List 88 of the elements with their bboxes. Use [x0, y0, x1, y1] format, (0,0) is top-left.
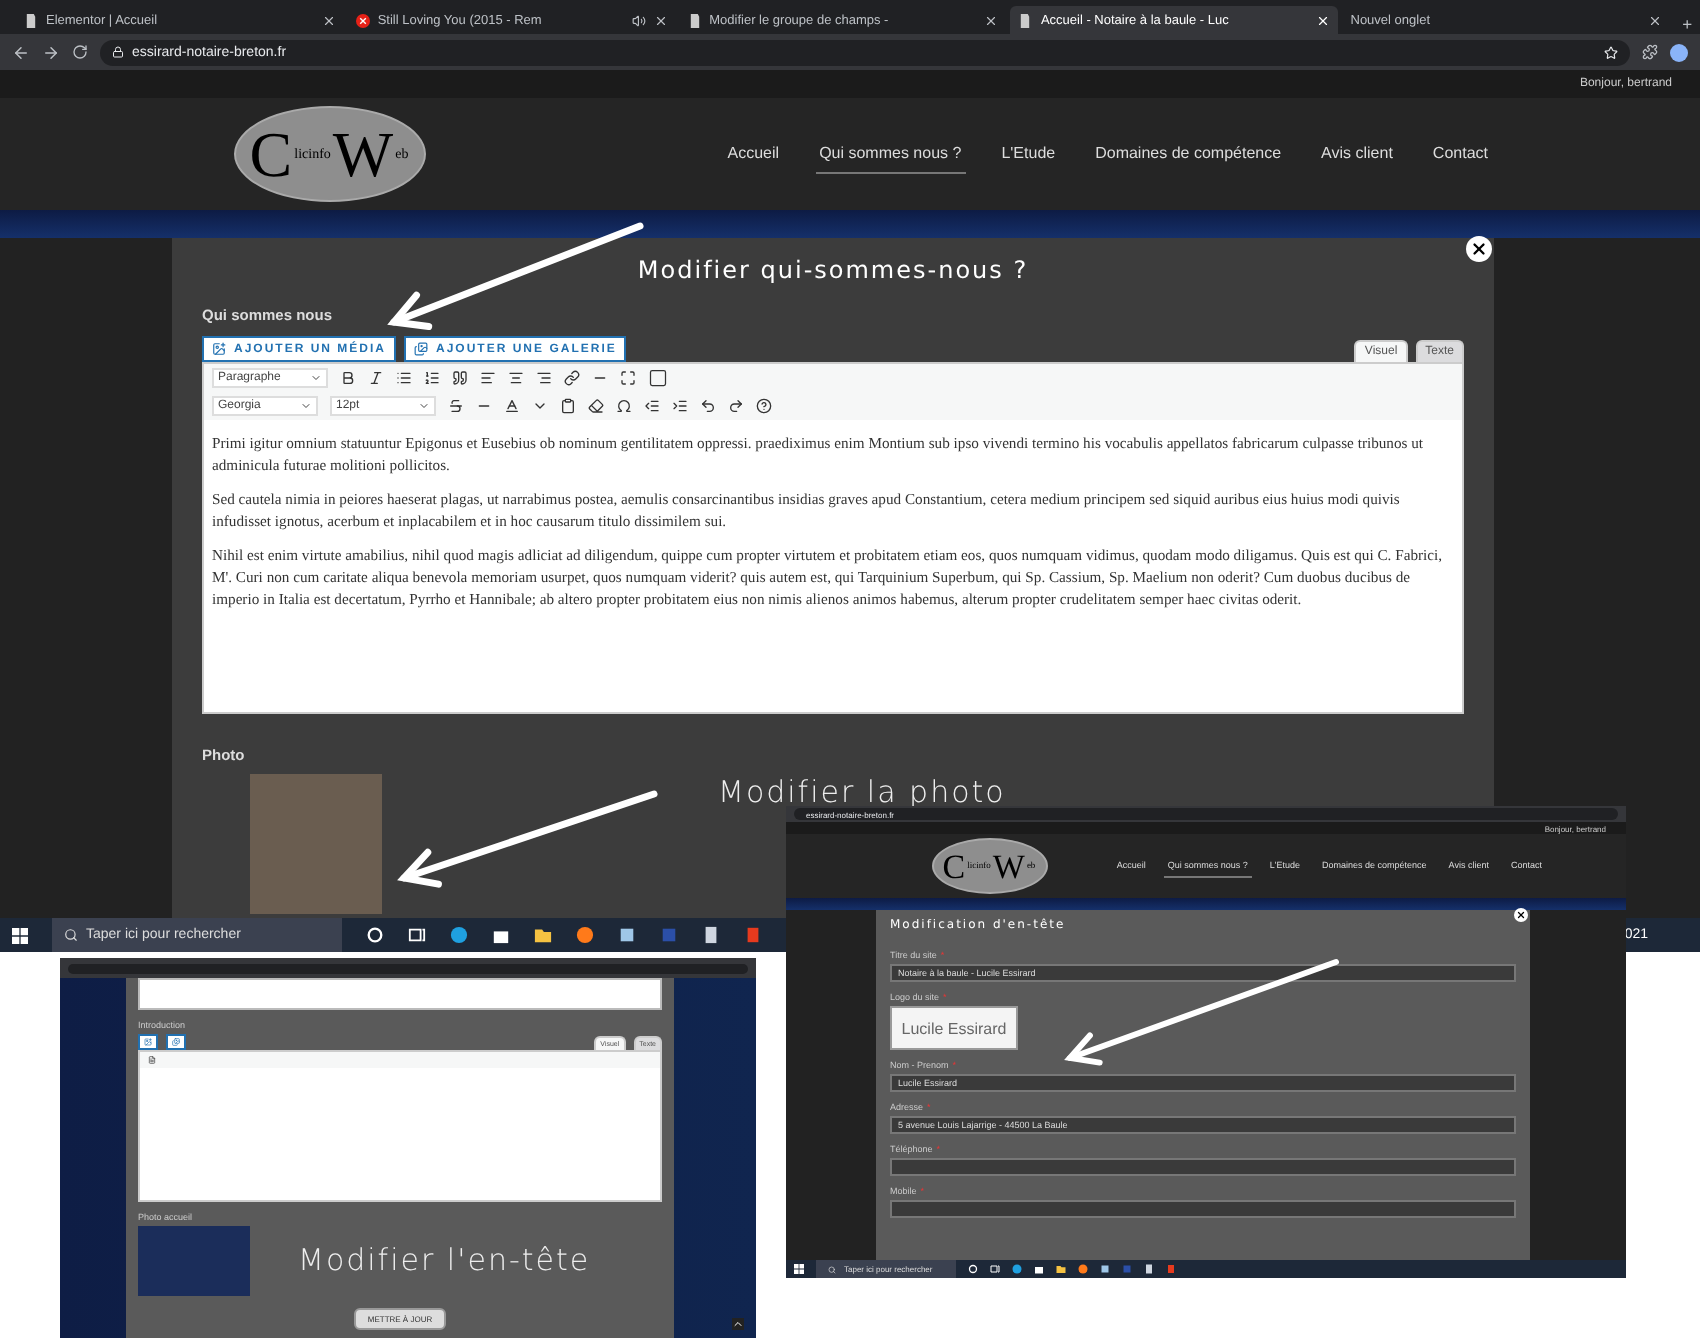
app-icon[interactable]	[1166, 1264, 1176, 1274]
lock-icon	[112, 46, 124, 58]
paste-icon[interactable]	[560, 398, 576, 414]
reload-icon[interactable]	[72, 44, 88, 60]
image-add-icon	[212, 342, 226, 356]
windows-logo-icon[interactable]	[12, 927, 28, 943]
images-icon	[172, 1038, 180, 1046]
text-field[interactable]	[890, 1158, 1516, 1176]
image-add-icon	[144, 1038, 152, 1046]
page-icon	[24, 13, 38, 27]
close-icon	[1470, 240, 1488, 258]
logo-image[interactable]: Lucile Essirard	[890, 1006, 1018, 1050]
close-button[interactable]	[1514, 908, 1528, 922]
shopping-bag-icon[interactable]	[1034, 1264, 1044, 1274]
toolbar-toggle-icon[interactable]	[648, 368, 668, 388]
caret-icon	[418, 400, 430, 412]
browser-icon[interactable]	[576, 926, 594, 944]
cortana-circle-icon[interactable]	[366, 926, 384, 944]
forward-icon[interactable]	[42, 43, 60, 61]
cortana-circle-icon[interactable]	[968, 1264, 978, 1274]
omega-icon[interactable]	[616, 398, 632, 414]
page-icon	[1018, 13, 1033, 27]
close-button[interactable]	[1466, 236, 1492, 262]
calculator-icon[interactable]	[702, 926, 720, 944]
app-icon[interactable]	[618, 926, 636, 944]
nav-link[interactable]: Avis client	[1317, 134, 1397, 174]
close-icon[interactable]	[1648, 13, 1663, 27]
outdent-icon[interactable]	[644, 398, 660, 414]
align-left-icon[interactable]	[480, 370, 496, 386]
close-icon[interactable]	[653, 13, 668, 27]
nav-link[interactable]: Contact	[1428, 134, 1492, 174]
text-editor[interactable]	[202, 362, 1464, 714]
nav-link[interactable]: Qui sommes nous ?	[815, 134, 966, 174]
speaker-icon	[631, 13, 646, 27]
bold-icon[interactable]	[340, 370, 356, 386]
task-view-icon[interactable]	[990, 1264, 1000, 1274]
bulleted-list-icon[interactable]	[396, 370, 412, 386]
quote-icon[interactable]	[452, 370, 468, 386]
page-icon	[687, 13, 702, 27]
media-button[interactable]	[166, 1034, 186, 1050]
search-icon	[64, 928, 78, 942]
annotation-text: Modifier l'en-tête	[298, 1242, 591, 1278]
document-icon[interactable]	[148, 1056, 156, 1064]
app-icon[interactable]	[1100, 1264, 1110, 1274]
text-color-icon[interactable]	[504, 398, 520, 414]
redo-icon[interactable]	[728, 398, 744, 414]
calculator-icon[interactable]	[1144, 1264, 1154, 1274]
dialog-title: Modifier qui-sommes-nous ?	[637, 254, 1029, 288]
nav-link[interactable]: Domaines de compétence	[1091, 134, 1286, 174]
browser-icon[interactable]	[1078, 1264, 1088, 1274]
images-icon	[414, 342, 429, 356]
caret-icon	[310, 372, 322, 384]
italic-icon[interactable]	[368, 370, 384, 386]
star-icon[interactable]	[1604, 45, 1618, 59]
close-icon[interactable]	[321, 13, 336, 27]
avatar-icon[interactable]	[1670, 43, 1688, 61]
fullscreen-icon[interactable]	[620, 370, 636, 386]
align-right-icon[interactable]	[536, 370, 552, 386]
scroll-top-icon[interactable]	[732, 1318, 744, 1330]
extensions-icon[interactable]	[1642, 44, 1658, 60]
indent-icon[interactable]	[672, 398, 688, 414]
folder-icon[interactable]	[1056, 1264, 1066, 1274]
browser-icon[interactable]	[450, 926, 468, 944]
browser-icon[interactable]	[1012, 1264, 1022, 1274]
close-icon[interactable]	[984, 13, 999, 27]
search-icon	[828, 1265, 836, 1273]
caret-icon[interactable]	[532, 398, 548, 414]
caret-icon	[300, 400, 312, 412]
eraser-icon[interactable]	[588, 398, 604, 414]
strikethrough-icon[interactable]	[448, 398, 464, 414]
media-button[interactable]	[138, 1034, 158, 1050]
folder-icon[interactable]	[534, 926, 552, 944]
link-icon[interactable]	[564, 370, 580, 386]
record-icon	[355, 13, 370, 27]
task-view-icon[interactable]	[408, 926, 426, 944]
undo-icon[interactable]	[700, 398, 716, 414]
nav-link[interactable]: L'Etude	[997, 134, 1060, 174]
app-icon[interactable]	[744, 926, 762, 944]
nav-link[interactable]: Accueil	[723, 134, 784, 174]
close-icon	[1516, 910, 1526, 920]
align-center-icon[interactable]	[508, 370, 524, 386]
help-icon[interactable]	[756, 398, 772, 414]
new-tab-button[interactable]: +	[1674, 14, 1700, 34]
numbered-list-icon[interactable]	[424, 370, 440, 386]
annotation-text: Modifier la photo	[718, 774, 1006, 810]
text-field[interactable]	[890, 1200, 1516, 1218]
shopping-bag-icon[interactable]	[492, 926, 510, 944]
back-icon[interactable]	[12, 43, 30, 61]
